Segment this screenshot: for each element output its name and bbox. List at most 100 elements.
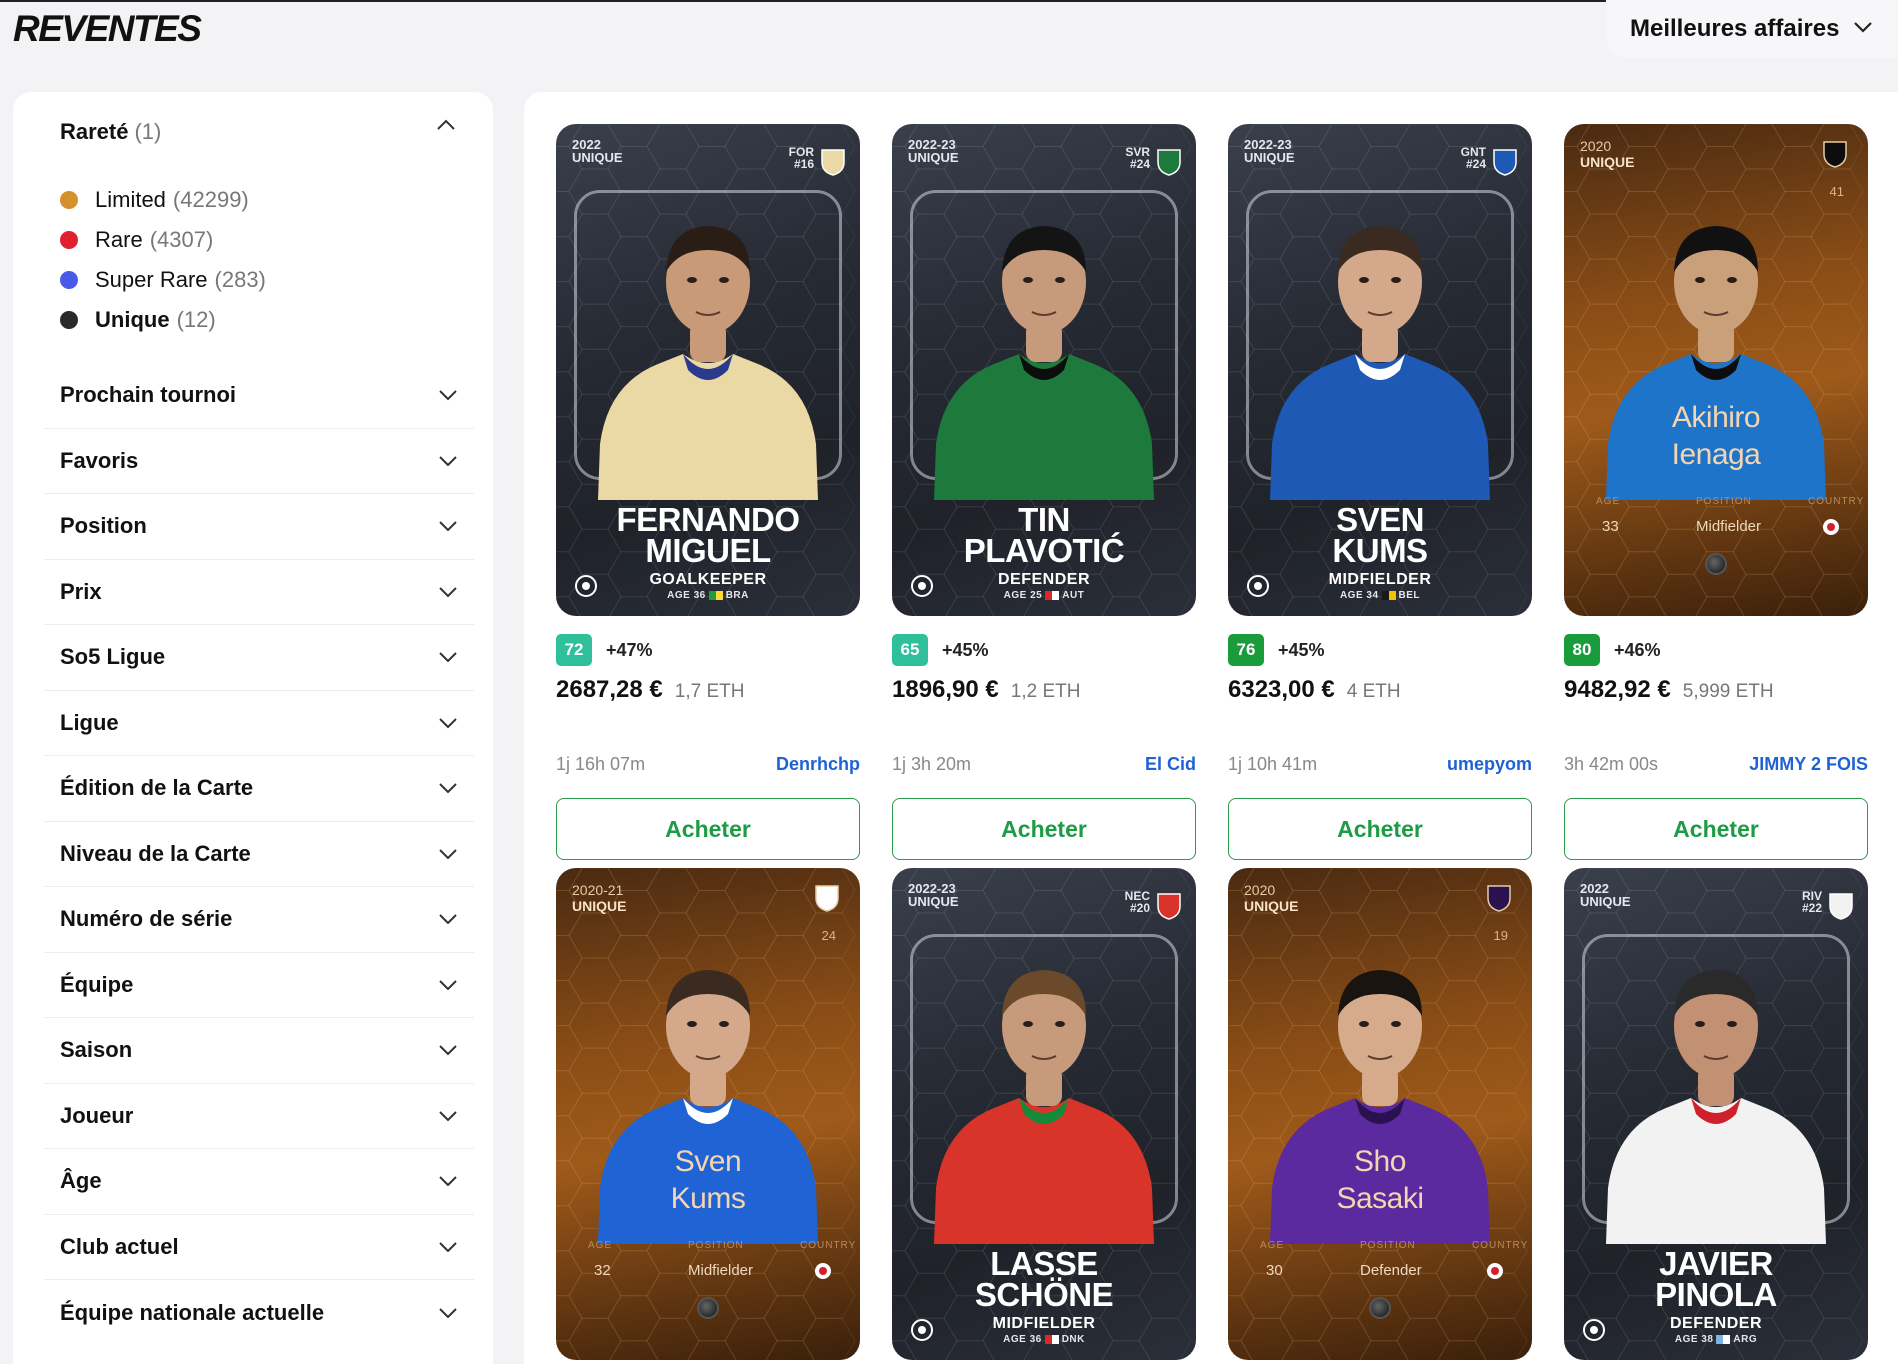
filter-item[interactable]: Prochain tournoi — [44, 363, 474, 429]
rarity-option-limited[interactable]: Limited (42299) — [60, 180, 266, 220]
seller-link[interactable]: umepyom — [1447, 754, 1532, 775]
listing-info: 72 +47% 2687,28 € 1,7 ETH 1j 16h 07m Denrhchp… — [556, 633, 860, 860]
filter-item[interactable]: Favoris — [44, 429, 474, 494]
filter-item[interactable]: Club actuel — [44, 1215, 474, 1280]
player-card[interactable]: 2022-23 UNIQUE SVR #24 TIN PLAVOTIĆ DEFENDER AG… — [892, 124, 1196, 616]
buy-button[interactable]: Acheter — [1228, 798, 1532, 860]
card-season: 2020 UNIQUE — [1580, 138, 1635, 170]
country-flag-icon — [1044, 1334, 1059, 1344]
filter-item[interactable]: Saison — [44, 1018, 474, 1084]
filter-item[interactable]: Joueur — [44, 1084, 474, 1149]
country-flag-icon — [1487, 1263, 1503, 1279]
rarity-option-super-rare[interactable]: Super Rare (283) — [60, 260, 266, 300]
age-label: AGE — [588, 1240, 613, 1251]
player-card[interactable]: 2022-23 UNIQUE GNT #24 SVEN KUMS MIDFIELDER AGE… — [1228, 124, 1532, 616]
card-season: 2022 UNIQUE — [1580, 881, 1631, 909]
filter-rarete-header[interactable]: Rareté (1) — [60, 115, 460, 149]
time-remaining: 1j 3h 20m — [892, 754, 972, 774]
rarity-name: Unique — [95, 307, 170, 332]
position-value: Defender — [1360, 1262, 1422, 1279]
filter-item[interactable]: Ligue — [44, 691, 474, 756]
filter-item[interactable]: Équipe nationale actuelle — [44, 1280, 474, 1346]
football-icon — [697, 1297, 719, 1319]
score-badge: 72 — [556, 634, 592, 666]
card-position: MIDFIELDER — [1328, 571, 1432, 588]
filter-item[interactable]: Prix — [44, 560, 474, 625]
country-flag-icon — [1823, 519, 1839, 535]
seller-link[interactable]: Denrhchp — [776, 754, 860, 775]
price-eth: 5,999 ETH — [1682, 681, 1774, 702]
listing-info: 65 +45% 1896,90 € 1,2 ETH 1j 3h 20m El Cid Ach… — [892, 633, 1196, 860]
chevron-down-icon — [439, 1045, 457, 1056]
bonus-percent: +47% — [606, 639, 653, 660]
player-photo — [1270, 226, 1490, 500]
filter-item[interactable]: So5 Ligue — [44, 625, 474, 691]
player-card[interactable]: 2022-23 UNIQUE NEC #20 LASSE SCHÖNE MIDFIELDER… — [892, 868, 1196, 1360]
age-label: AGE — [1260, 1240, 1285, 1251]
card-meta: AGE 36 BRA — [667, 590, 749, 601]
filter-item[interactable]: Position — [44, 494, 474, 560]
buy-button[interactable]: Acheter — [556, 798, 860, 860]
price-eur: 2687,28 € — [556, 676, 663, 703]
filter-label: Numéro de série — [60, 906, 233, 932]
filter-item[interactable]: Âge — [44, 1149, 474, 1215]
filter-item[interactable]: Édition de la Carte — [44, 756, 474, 822]
rarity-name: Limited — [95, 187, 166, 212]
card-stats: AGE POSITION COUNTRY 33 Midfielder — [1580, 496, 1863, 546]
buy-button[interactable]: Acheter — [892, 798, 1196, 860]
filter-rarete-label: Rareté — [60, 119, 129, 144]
filter-label: Niveau de la Carte — [60, 840, 251, 866]
seller-link[interactable]: El Cid — [1145, 754, 1196, 775]
filter-item[interactable]: Équipe — [44, 953, 474, 1018]
filter-item[interactable]: Niveau de la Carte — [44, 822, 474, 887]
club-crest-icon — [815, 885, 839, 912]
sort-dropdown[interactable]: Meilleures affaires — [1606, 0, 1898, 58]
card-player-name: Akihiro Ienaga — [1671, 401, 1761, 471]
card-stats: AGE POSITION COUNTRY 32 Midfielder — [572, 1240, 855, 1290]
card-meta: AGE 25 AUT — [1003, 590, 1085, 601]
position-label: POSITION — [1696, 496, 1752, 507]
chevron-down-icon — [439, 980, 457, 991]
player-photo — [598, 226, 818, 500]
football-icon — [1369, 1297, 1391, 1319]
card-club: NEC #20 — [1124, 889, 1150, 915]
player-card[interactable]: 2022 UNIQUE FOR #16 FERNANDO MIGUEL GOALKEEPER… — [556, 124, 860, 616]
card-club: FOR #16 — [788, 145, 814, 171]
country-label: COUNTRY — [800, 1240, 857, 1251]
football-icon — [911, 1319, 933, 1341]
filter-label: Âge — [60, 1168, 102, 1194]
filter-label: Ligue — [60, 709, 119, 735]
card-player-name: SVEN KUMS — [1332, 501, 1428, 569]
filter-label: Édition de la Carte — [60, 775, 254, 801]
seller-link[interactable]: JIMMY 2 FOIS — [1749, 754, 1868, 775]
listing-info: 80 +46% 9482,92 € 5,999 ETH 3h 42m 00s JIMMY … — [1564, 633, 1868, 860]
buy-button[interactable]: Acheter — [1564, 798, 1868, 860]
club-crest-icon — [1823, 141, 1847, 168]
club-crest-icon — [1487, 885, 1511, 912]
card-club: SVR #24 — [1125, 145, 1150, 171]
price-eth: 1,2 ETH — [1010, 681, 1081, 702]
age-label: AGE — [1596, 496, 1621, 507]
card-number: 19 — [1493, 928, 1508, 943]
price-eur: 9482,92 € — [1564, 676, 1671, 703]
position-value: Midfielder — [688, 1262, 754, 1279]
rarity-option-rare[interactable]: Rare (4307) — [60, 220, 266, 260]
player-card[interactable]: 2020 UNIQUE 19 Sho Sasaki AGE POSITION COUNTRY 3… — [1228, 868, 1532, 1360]
player-card[interactable]: 2020 UNIQUE 41 Akihiro Ienaga AGE POSITION COUN… — [1564, 124, 1868, 616]
chevron-down-icon — [1854, 22, 1873, 33]
price-eur: 1896,90 € — [892, 676, 999, 703]
player-card[interactable]: 2020-21 UNIQUE 24 Sven Kums AGE POSITION COUNTR… — [556, 868, 860, 1360]
card-player-name: Sho Sasaki — [1336, 1145, 1424, 1215]
bonus-percent: +45% — [942, 639, 989, 660]
card-player-name: Sven Kums — [670, 1145, 746, 1215]
filter-item[interactable]: Numéro de série — [44, 887, 474, 953]
player-card[interactable]: 2022 UNIQUE RIV #22 JAVIER PINOLA DEFENDER AGE … — [1564, 868, 1868, 1360]
filter-label: Équipe nationale actuelle — [60, 1299, 325, 1325]
rarity-option-unique[interactable]: Unique (12) — [60, 300, 266, 340]
country-label: COUNTRY — [1472, 1240, 1529, 1251]
listing-info: 76 +45% 6323,00 € 4 ETH 1j 10h 41m umepyom Ach… — [1228, 633, 1532, 860]
card-season: 2020 UNIQUE — [1244, 882, 1299, 914]
rarity-count: (42299) — [172, 187, 249, 212]
rarity-dot — [60, 231, 78, 249]
filter-list: Prochain tournoi Favoris Position Prix So5 L… — [44, 363, 474, 1346]
